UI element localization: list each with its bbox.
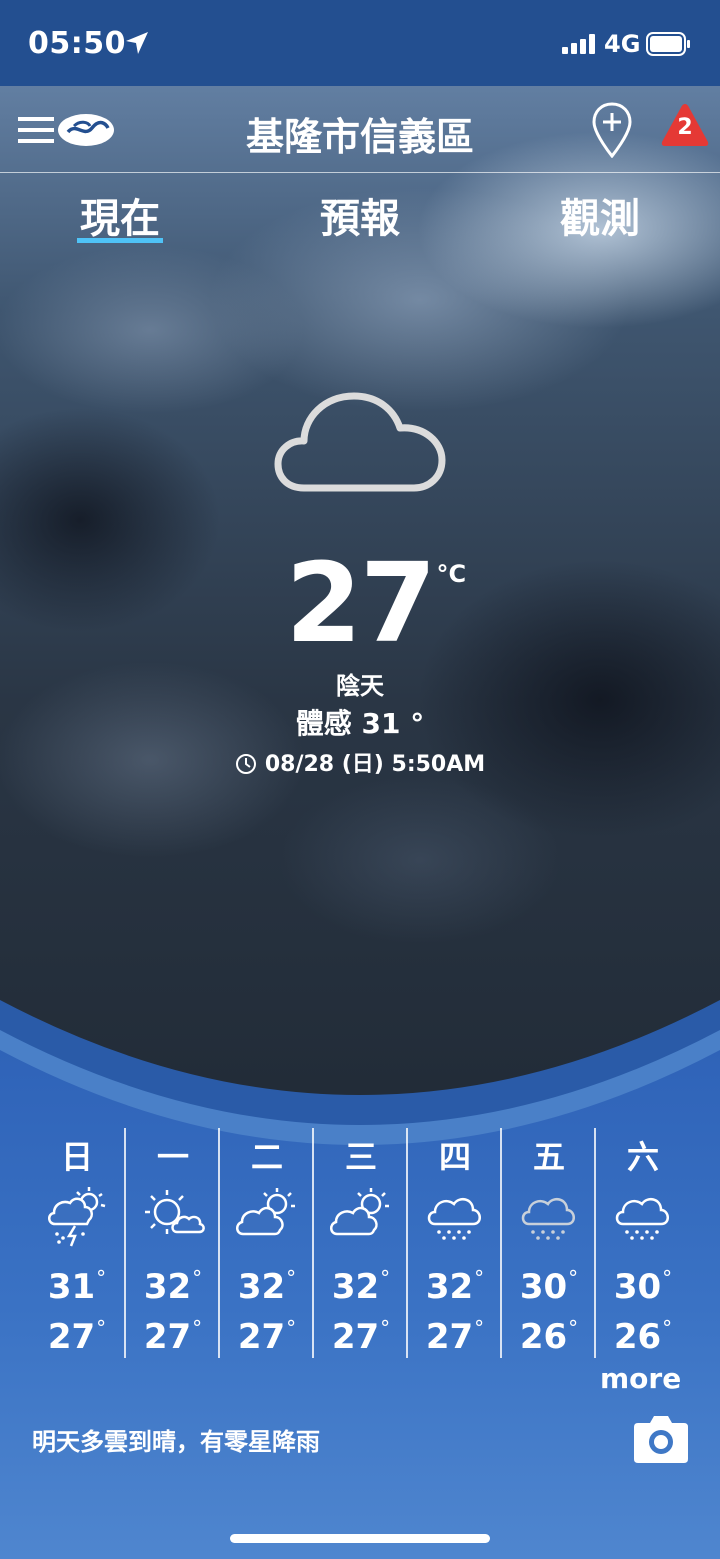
tab-now[interactable]: 現在 [50,186,190,244]
forecast-day[interactable]: 四 32° 27° [408,1128,502,1358]
sun-cloud-icon [145,1190,205,1234]
high-temp: 32° [237,1266,297,1307]
feels-like: 體感 31 ° [295,707,425,740]
clock-icon [235,754,256,774]
day-name: 二 [250,1138,283,1176]
alert-count: 2 [677,115,693,140]
camera-icon[interactable] [632,1413,690,1465]
tab-bar: 現在 預報 觀測 [0,180,720,250]
signal-icon [562,34,595,54]
day-name: 一 [156,1138,189,1176]
cloud-sun-icon [236,1188,295,1236]
top-bar: 基隆市信義區 2 [0,86,720,173]
rain-icon [615,1197,669,1240]
forecast-day[interactable]: 二 32° 27° [220,1128,314,1358]
current-temperature: 27 °C [0,548,720,658]
warning-alert-button[interactable]: 2 [660,102,710,148]
weekly-forecast: 日 31° 27° 一 32° 27° 二 32° 27° 三 32° 27° … [30,1128,690,1358]
low-temp: 26° [519,1316,579,1357]
forecast-day[interactable]: 五 30° 26° [502,1128,596,1358]
add-location-icon[interactable] [592,102,632,158]
battery-icon [646,32,690,56]
forecast-day[interactable]: 日 31° 27° [30,1128,124,1358]
more-link[interactable]: more [600,1362,681,1395]
updated-time-text: 08/28 (日) 5:50AM [264,752,486,777]
high-temp: 32° [143,1266,203,1307]
tab-observation[interactable]: 觀測 [530,186,670,244]
rain-icon [521,1197,575,1240]
location-arrow-icon [126,32,148,54]
home-indicator[interactable] [230,1534,490,1543]
low-temp: 27° [425,1316,485,1357]
low-temp: 27° [331,1316,391,1357]
high-temp: 30° [613,1266,673,1307]
tab-forecast[interactable]: 預報 [290,186,430,244]
cloud-icon [274,392,446,492]
forecast-day[interactable]: 六 30° 26° [596,1128,690,1358]
cloud-sun-icon [330,1188,389,1236]
low-temp: 27° [143,1316,203,1357]
rain-icon [427,1197,481,1240]
day-name: 六 [626,1138,659,1176]
low-temp: 27° [47,1316,107,1357]
active-tab-indicator [77,238,163,243]
day-name: 日 [60,1138,93,1176]
forecast-day[interactable]: 三 32° 27° [314,1128,408,1358]
low-temp: 27° [237,1316,297,1357]
high-temp: 32° [425,1266,485,1307]
forecast-day[interactable]: 一 32° 27° [126,1128,220,1358]
temperature-unit: °C [436,560,467,588]
day-name: 四 [438,1138,471,1176]
network-type: 4G [604,30,641,58]
weather-condition: 陰天 [336,672,384,700]
temperature-value: 27 [285,539,436,667]
status-time: 05:50 [28,26,126,61]
day-name: 五 [532,1138,565,1176]
status-bar: 05:50 4G [0,0,720,86]
low-temp: 26° [613,1316,673,1357]
high-temp: 31° [47,1266,107,1307]
high-temp: 30° [519,1266,579,1307]
updated-time: 08/28 (日) 5:50AM [0,746,720,778]
forecast-summary: 明天多雲到晴，有零星降雨 [32,1428,320,1456]
high-temp: 32° [331,1266,391,1307]
thunder-shower-sun-icon [48,1187,106,1247]
day-name: 三 [344,1138,377,1176]
